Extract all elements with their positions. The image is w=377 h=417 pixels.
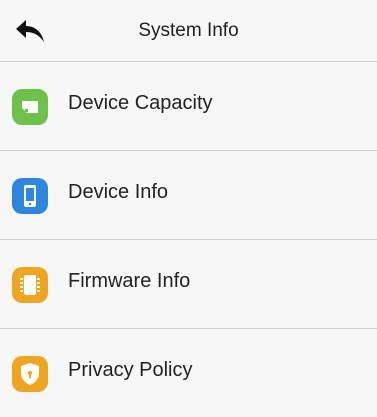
menu-item-label: Privacy Policy [68, 359, 193, 381]
menu-item-label: Device Capacity [68, 92, 213, 114]
phone-icon [12, 178, 48, 214]
menu-item-label: Device Info [68, 181, 169, 203]
menu-item-label: Firmware Info [68, 270, 191, 292]
menu-item-privacy-policy[interactable]: Privacy Policy [0, 329, 377, 417]
menu-list: Device Capacity Device Info Firmware Inf… [0, 62, 377, 417]
page-title: System Info [138, 20, 239, 41]
menu-item-device-capacity[interactable]: Device Capacity [0, 62, 377, 151]
chip-icon [12, 267, 48, 303]
menu-item-device-info[interactable]: Device Info [0, 151, 377, 240]
storage-icon [12, 89, 48, 125]
shield-icon [12, 356, 48, 392]
top-bar: System Info [0, 0, 377, 62]
menu-item-firmware-info[interactable]: Firmware Info [0, 240, 377, 329]
